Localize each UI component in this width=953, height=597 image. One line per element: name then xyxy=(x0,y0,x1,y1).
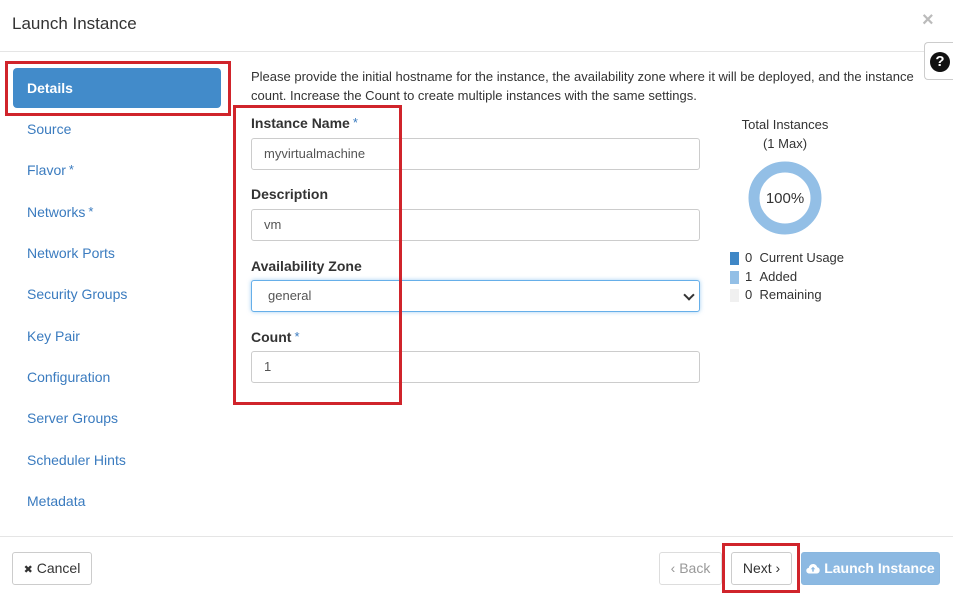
legend-count: 1 xyxy=(745,269,753,284)
legend-label: Added xyxy=(759,269,798,284)
dialog-title: Launch Instance xyxy=(12,14,137,33)
legend-remaining: 0 Remaining xyxy=(730,287,822,303)
quota-donut-chart: 100% xyxy=(748,161,822,235)
next-button[interactable]: Next › xyxy=(731,552,792,585)
required-marker: * xyxy=(294,329,300,344)
input-value: myvirtualmachine xyxy=(264,146,366,161)
legend-label: Remaining xyxy=(759,287,822,302)
legend-swatch xyxy=(730,271,739,285)
field-label-text: Instance Name xyxy=(251,115,350,131)
required-marker: * xyxy=(88,204,94,219)
required-marker: * xyxy=(68,162,74,177)
sidebar-item-label: Flavor xyxy=(27,162,66,178)
availability-zone-select[interactable]: general xyxy=(251,280,700,312)
sidebar-item-label: Networks xyxy=(27,204,86,220)
sidebar-item-label: Network Ports xyxy=(27,245,115,261)
cancel-label: Cancel xyxy=(36,560,81,576)
sidebar-item-label: Details xyxy=(27,80,73,96)
select-value: general xyxy=(268,288,312,303)
back-button[interactable]: ‹ Back xyxy=(659,552,722,585)
legend-swatch xyxy=(730,252,739,266)
instance-name-input[interactable]: myvirtualmachine xyxy=(251,138,700,170)
count-input[interactable]: 1 xyxy=(251,351,700,383)
availability-zone-label: Availability Zone xyxy=(251,258,362,274)
sidebar-item-label: Metadata xyxy=(27,493,86,509)
close-icon[interactable]: × xyxy=(922,9,934,31)
field-label-text: Count xyxy=(251,329,292,345)
quota-chart-title: Total Instances (1 Max) xyxy=(730,115,840,153)
input-value: 1 xyxy=(264,359,272,374)
launch-label: Launch Instance xyxy=(824,560,935,576)
quota-title: Total Instances xyxy=(741,117,829,132)
back-label: ‹ Back xyxy=(670,560,711,576)
legend-count: 0 xyxy=(745,250,753,265)
sidebar-item-configuration[interactable]: Configuration xyxy=(27,369,110,385)
sidebar-item-flavor[interactable]: Flavor * xyxy=(27,162,74,178)
sidebar-item-label: Configuration xyxy=(27,369,111,385)
intro-text: Please provide the initial hostname for … xyxy=(251,69,914,103)
legend-swatch xyxy=(730,289,739,303)
sidebar-item-key-pair[interactable]: Key Pair xyxy=(27,328,80,344)
sidebar-item-details[interactable]: Details xyxy=(13,68,221,108)
sidebar-item-label: Server Groups xyxy=(27,410,119,426)
required-marker: * xyxy=(352,115,358,130)
legend-added: 1 Added xyxy=(730,269,797,285)
description-input[interactable]: vm xyxy=(251,209,700,241)
next-label: Next › xyxy=(742,560,781,576)
sidebar-item-network-ports[interactable]: Network Ports xyxy=(27,245,115,261)
launch-instance-button[interactable]: Launch Instance xyxy=(801,552,940,585)
description-label: Description xyxy=(251,186,328,202)
close-icon: ✖ xyxy=(23,564,33,576)
sidebar-item-label: Security Groups xyxy=(27,286,128,302)
input-value: vm xyxy=(264,217,282,232)
sidebar-item-security-groups[interactable]: Security Groups xyxy=(27,286,127,302)
sidebar-item-metadata[interactable]: Metadata xyxy=(27,493,85,509)
sidebar-item-server-groups[interactable]: Server Groups xyxy=(27,410,118,426)
sidebar-item-source[interactable]: Source xyxy=(27,121,71,137)
sidebar-item-networks[interactable]: Networks * xyxy=(27,204,93,220)
dialog-header: Launch Instance xyxy=(0,0,953,52)
quota-percent: 100% xyxy=(766,190,804,207)
sidebar-item-scheduler-hints[interactable]: Scheduler Hints xyxy=(27,452,126,468)
sidebar-item-label: Key Pair xyxy=(27,328,80,344)
quota-subtitle: (1 Max) xyxy=(762,136,808,151)
legend-current-usage: 0 Current Usage xyxy=(730,250,844,266)
legend-label: Current Usage xyxy=(759,250,845,265)
chevron-down-icon xyxy=(683,289,695,301)
field-label-text: Availability Zone xyxy=(251,258,362,274)
sidebar-item-label: Scheduler Hints xyxy=(27,452,126,468)
question-icon: ? xyxy=(930,52,950,72)
legend-count: 0 xyxy=(745,287,753,302)
instance-name-label: Instance Name * xyxy=(251,115,358,131)
cloud-upload-icon xyxy=(806,564,821,574)
field-label-text: Description xyxy=(251,186,329,202)
sidebar-item-label: Source xyxy=(27,121,72,137)
cancel-button[interactable]: ✖ Cancel xyxy=(12,552,92,585)
count-label: Count * xyxy=(251,329,300,345)
